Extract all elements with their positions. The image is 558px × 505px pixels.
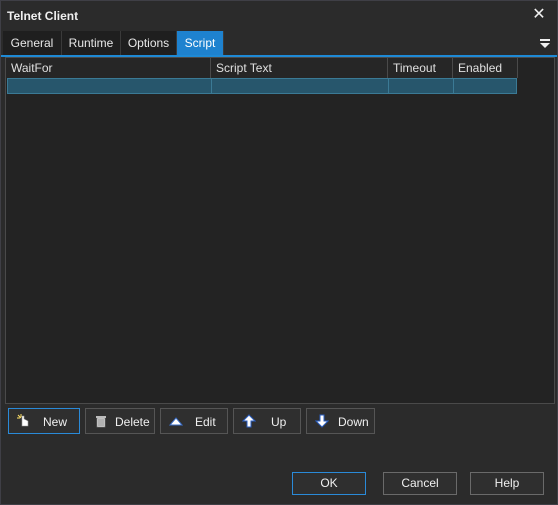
- arrow-up-icon: [242, 414, 256, 428]
- delete-icon: [96, 416, 106, 428]
- ok-button[interactable]: OK: [292, 472, 366, 495]
- dialog-title: Telnet Client: [7, 9, 79, 23]
- column-header-waitfor[interactable]: WaitFor: [6, 58, 211, 78]
- edit-label: Edit: [195, 415, 216, 429]
- script-grid[interactable]: WaitFor Script Text Timeout Enabled: [5, 57, 555, 404]
- grid-header: WaitFor Script Text Timeout Enabled: [6, 58, 518, 78]
- up-button[interactable]: Up: [233, 408, 301, 434]
- cell-timeout[interactable]: [389, 79, 454, 93]
- tab-options[interactable]: Options: [121, 31, 177, 55]
- tab-script[interactable]: Script: [177, 31, 224, 55]
- column-header-enabled[interactable]: Enabled: [453, 58, 518, 78]
- new-label: New: [43, 415, 68, 429]
- close-icon[interactable]: ✕: [531, 6, 547, 24]
- new-icon: [17, 414, 29, 427]
- tab-bar: General Runtime Options Script: [1, 31, 557, 57]
- cancel-button[interactable]: Cancel: [383, 472, 457, 495]
- delete-label: Delete: [115, 415, 150, 429]
- title-bar: Telnet Client ✕: [1, 1, 557, 31]
- tab-runtime[interactable]: Runtime: [62, 31, 121, 55]
- new-button[interactable]: New: [8, 408, 80, 434]
- edit-button[interactable]: Edit: [160, 408, 228, 434]
- arrow-down-icon: [315, 414, 329, 428]
- delete-button[interactable]: Delete: [85, 408, 155, 434]
- help-button[interactable]: Help: [470, 472, 544, 495]
- menu-icon[interactable]: [539, 35, 551, 51]
- column-header-timeout[interactable]: Timeout: [388, 58, 453, 78]
- tab-general[interactable]: General: [3, 31, 62, 55]
- cell-waitfor[interactable]: [8, 79, 212, 93]
- edit-icon: [169, 417, 183, 426]
- dialog-window: Telnet Client ✕ General Runtime Options …: [0, 0, 558, 505]
- cell-script-text[interactable]: [212, 79, 389, 93]
- up-label: Up: [271, 415, 287, 429]
- down-label: Down: [338, 415, 369, 429]
- cell-enabled[interactable]: [454, 79, 518, 93]
- down-button[interactable]: Down: [306, 408, 375, 434]
- column-header-script-text[interactable]: Script Text: [211, 58, 388, 78]
- table-row[interactable]: [7, 78, 517, 94]
